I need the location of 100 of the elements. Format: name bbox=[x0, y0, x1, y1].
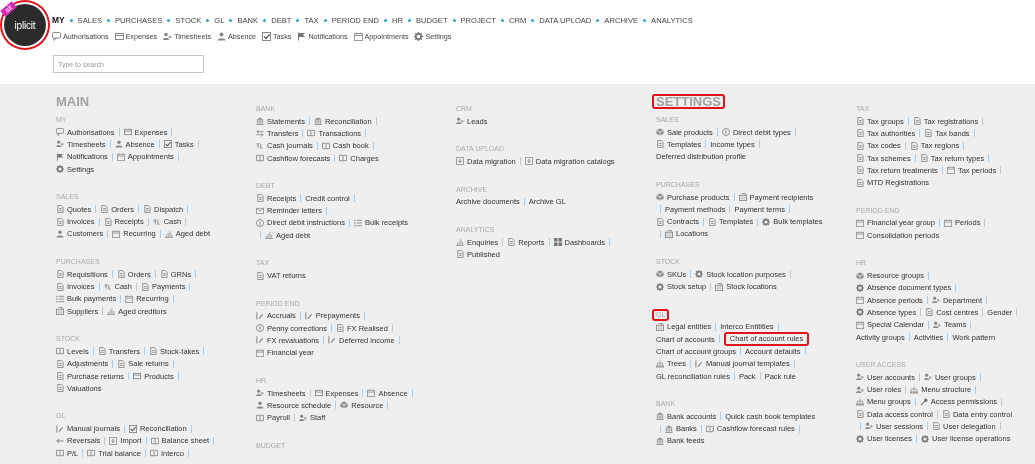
bank-icon bbox=[665, 424, 673, 433]
calendar-icon bbox=[112, 229, 121, 238]
pencil-icon bbox=[694, 359, 703, 368]
arrow-icon bbox=[56, 436, 64, 445]
document-icon bbox=[856, 141, 864, 150]
document-icon bbox=[56, 205, 64, 214]
book-icon bbox=[87, 449, 96, 458]
calendar-icon bbox=[353, 32, 363, 41]
bank-icon bbox=[256, 117, 264, 126]
document-icon bbox=[256, 194, 264, 203]
chat-icon bbox=[56, 128, 64, 137]
document-icon bbox=[56, 270, 64, 279]
document-icon bbox=[924, 129, 933, 138]
calendar-icon bbox=[256, 348, 264, 357]
person-icon bbox=[217, 32, 226, 41]
tree-icon bbox=[656, 359, 664, 368]
document-icon bbox=[925, 308, 934, 317]
settings-icon bbox=[856, 308, 864, 317]
settings-icon bbox=[856, 283, 864, 292]
building-icon bbox=[56, 307, 64, 316]
card-icon bbox=[133, 372, 142, 380]
cash-icon bbox=[103, 282, 112, 291]
document-icon bbox=[56, 217, 64, 226]
document-icon bbox=[56, 282, 64, 291]
calendar-icon bbox=[367, 389, 376, 397]
card-icon bbox=[314, 389, 323, 397]
bank-icon bbox=[313, 117, 322, 126]
document-icon bbox=[143, 205, 152, 214]
calendar-icon bbox=[856, 231, 864, 240]
bar-chart-icon bbox=[164, 229, 173, 238]
calendar-icon bbox=[856, 320, 864, 329]
book-icon bbox=[56, 347, 64, 356]
people-icon bbox=[856, 373, 864, 382]
card-icon bbox=[114, 32, 124, 41]
people-icon bbox=[856, 385, 864, 394]
bank-icon bbox=[656, 436, 664, 445]
people-icon bbox=[933, 320, 942, 329]
nav-tab[interactable]: MY bbox=[52, 15, 65, 25]
grid-icon bbox=[553, 238, 562, 247]
calendar-icon bbox=[856, 296, 864, 305]
document-icon bbox=[856, 129, 864, 138]
book-icon bbox=[149, 449, 158, 458]
settings-icon bbox=[414, 32, 424, 41]
import-icon bbox=[456, 157, 464, 166]
list-icon bbox=[353, 218, 362, 227]
settings-icon bbox=[656, 282, 664, 291]
people-icon bbox=[931, 296, 940, 305]
book-icon bbox=[256, 154, 264, 163]
document-icon bbox=[932, 422, 941, 431]
document-icon bbox=[56, 359, 64, 368]
pencil-icon bbox=[304, 311, 313, 320]
coin-icon bbox=[256, 218, 264, 227]
person-icon bbox=[256, 401, 264, 410]
document-icon bbox=[708, 217, 717, 226]
document-icon bbox=[149, 347, 158, 356]
person-icon bbox=[56, 229, 64, 238]
book-icon bbox=[56, 449, 64, 458]
document-icon bbox=[856, 410, 864, 419]
box-icon bbox=[656, 270, 664, 279]
document-icon bbox=[117, 359, 126, 368]
settings-icon bbox=[762, 217, 771, 226]
arrows-icon bbox=[256, 129, 264, 138]
list-icon bbox=[56, 294, 64, 303]
document-icon bbox=[97, 347, 106, 356]
document-icon bbox=[336, 324, 345, 333]
document-icon bbox=[103, 217, 112, 226]
book-icon bbox=[150, 436, 159, 445]
box-icon bbox=[340, 401, 349, 410]
document-icon bbox=[100, 205, 109, 214]
bank-icon bbox=[656, 412, 664, 421]
bar-chart-icon bbox=[456, 238, 464, 247]
checkbox-icon bbox=[163, 140, 172, 149]
calendar-icon bbox=[946, 166, 955, 175]
box-icon bbox=[656, 193, 664, 202]
tree-icon bbox=[856, 397, 864, 406]
checkbox-icon bbox=[262, 32, 271, 41]
pencil-icon bbox=[256, 336, 264, 345]
building-icon bbox=[656, 322, 664, 331]
column-heading: MAIN bbox=[56, 94, 90, 109]
coin-icon bbox=[256, 324, 264, 333]
settings-icon bbox=[56, 165, 64, 174]
people-icon bbox=[456, 117, 464, 126]
document-icon bbox=[116, 270, 125, 279]
document-icon bbox=[507, 238, 516, 247]
people-icon bbox=[163, 32, 173, 41]
person-icon bbox=[114, 140, 123, 149]
document-icon bbox=[141, 282, 150, 291]
document-icon bbox=[56, 372, 64, 380]
people-icon bbox=[865, 422, 873, 431]
box-icon bbox=[856, 271, 864, 280]
pencil-icon bbox=[328, 336, 337, 345]
document-icon bbox=[159, 270, 168, 279]
key-icon bbox=[919, 397, 928, 406]
tree-icon bbox=[910, 385, 919, 394]
book-icon bbox=[256, 413, 264, 422]
document-icon bbox=[56, 384, 64, 393]
column-heading: SETTINGS bbox=[652, 94, 725, 109]
bar-chart-icon bbox=[265, 231, 273, 240]
cash-icon bbox=[256, 141, 264, 150]
document-icon bbox=[856, 154, 864, 163]
